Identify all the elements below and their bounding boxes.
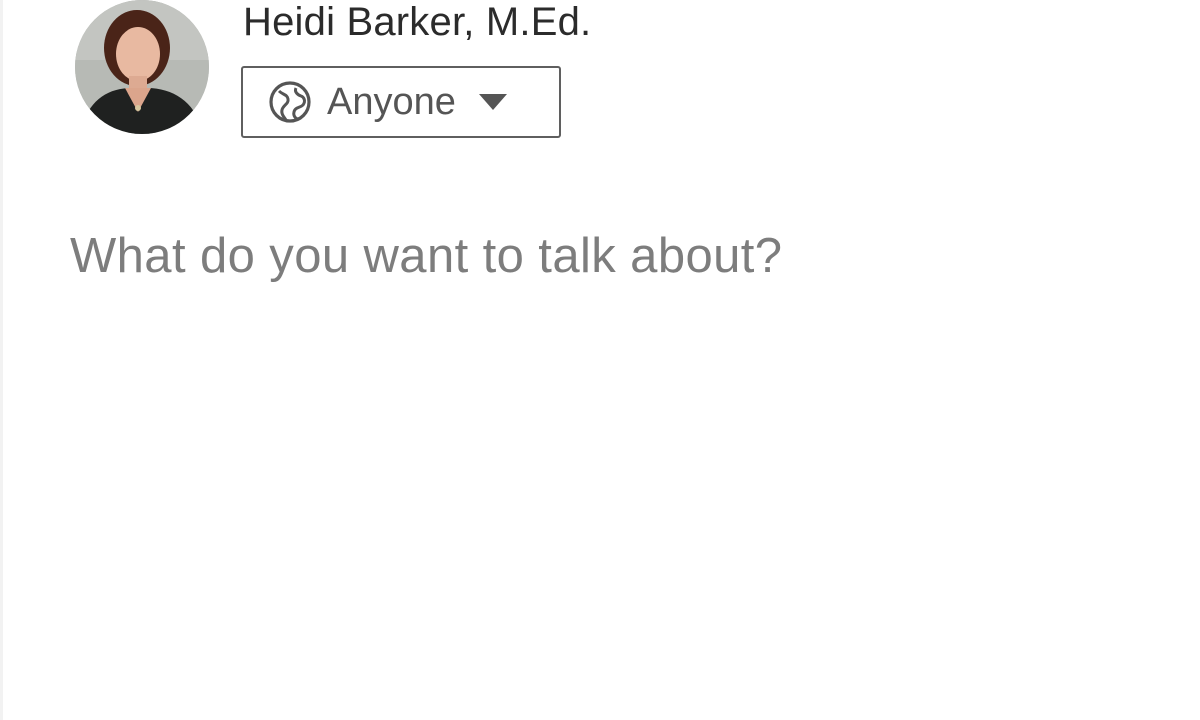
avatar bbox=[75, 0, 209, 134]
author-name: Heidi Barker, M.Ed. bbox=[243, 0, 592, 44]
profile-photo-icon bbox=[75, 0, 209, 134]
window-edge bbox=[0, 0, 3, 720]
post-composer: Heidi Barker, M.Ed. Anyone bbox=[0, 0, 1200, 720]
globe-icon bbox=[267, 79, 313, 125]
caret-down-icon bbox=[478, 92, 508, 112]
visibility-dropdown-button[interactable]: Anyone bbox=[241, 66, 561, 138]
post-text-input[interactable] bbox=[70, 225, 1150, 665]
visibility-label: Anyone bbox=[327, 81, 456, 123]
